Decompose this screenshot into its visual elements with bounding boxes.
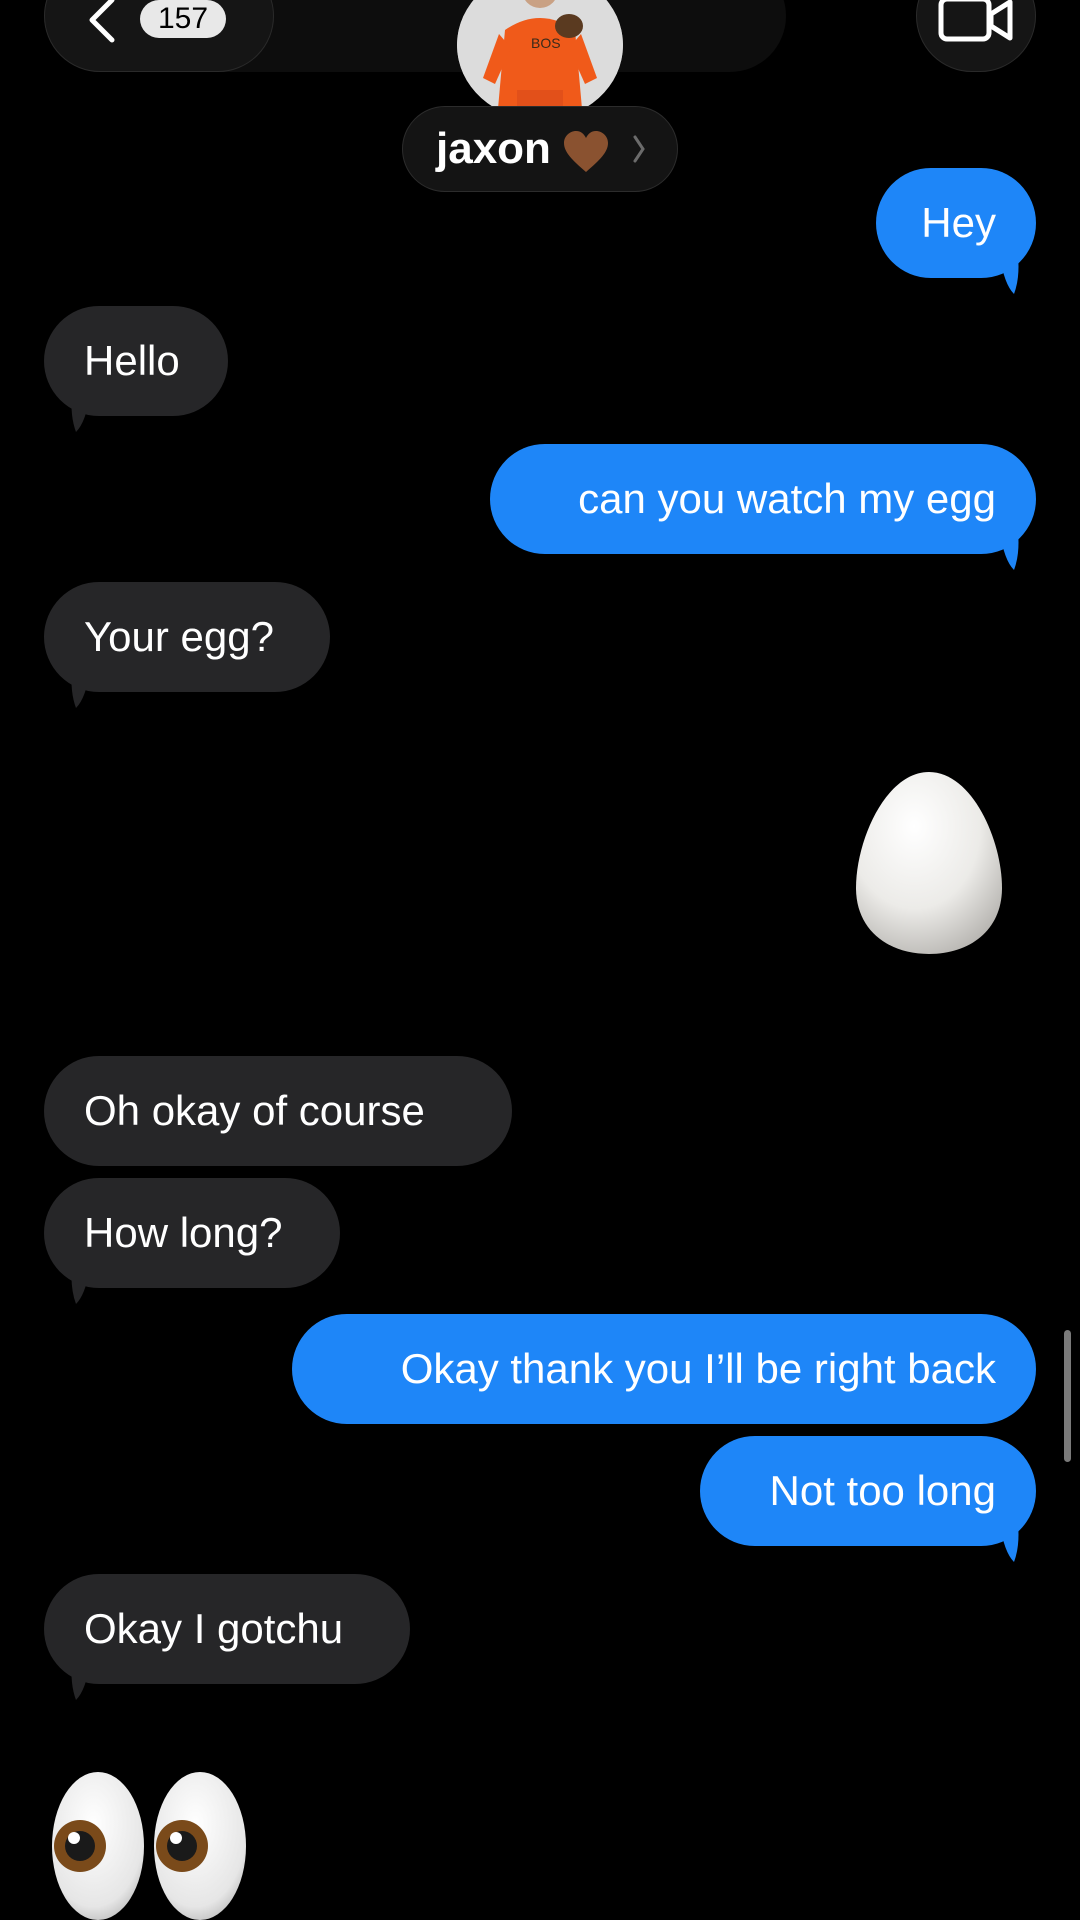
message-bubble-outgoing[interactable]: can you watch my egg [490, 444, 1036, 554]
bubble-tail [1000, 532, 1019, 570]
contact-avatar[interactable]: BOS [457, 0, 623, 120]
svg-text:BOS: BOS [531, 35, 561, 51]
message-bubble-incoming[interactable]: Oh okay of course [44, 1056, 512, 1166]
bubble-tail [1000, 256, 1019, 294]
message-bubble-outgoing[interactable]: Okay thank you I’ll be right back [292, 1314, 1036, 1424]
chevron-left-icon[interactable] [82, 0, 122, 44]
bubble-tail [71, 394, 90, 432]
video-camera-icon[interactable] [938, 0, 1014, 44]
eyes-icon[interactable] [50, 1762, 250, 1920]
bubble-tail [1000, 1524, 1019, 1562]
brown-heart-icon [564, 131, 608, 172]
contact-name: jaxon [436, 124, 551, 173]
bubble-tail [71, 1662, 90, 1700]
message-bubble-outgoing[interactable]: Not too long [700, 1436, 1036, 1546]
bubble-tail [71, 670, 90, 708]
bubble-tail [71, 1266, 90, 1304]
scrollbar[interactable] [1064, 1330, 1071, 1462]
egg-icon[interactable] [854, 770, 1004, 956]
chevron-right-icon [633, 135, 645, 163]
unread-count-badge: 157 [140, 0, 226, 38]
